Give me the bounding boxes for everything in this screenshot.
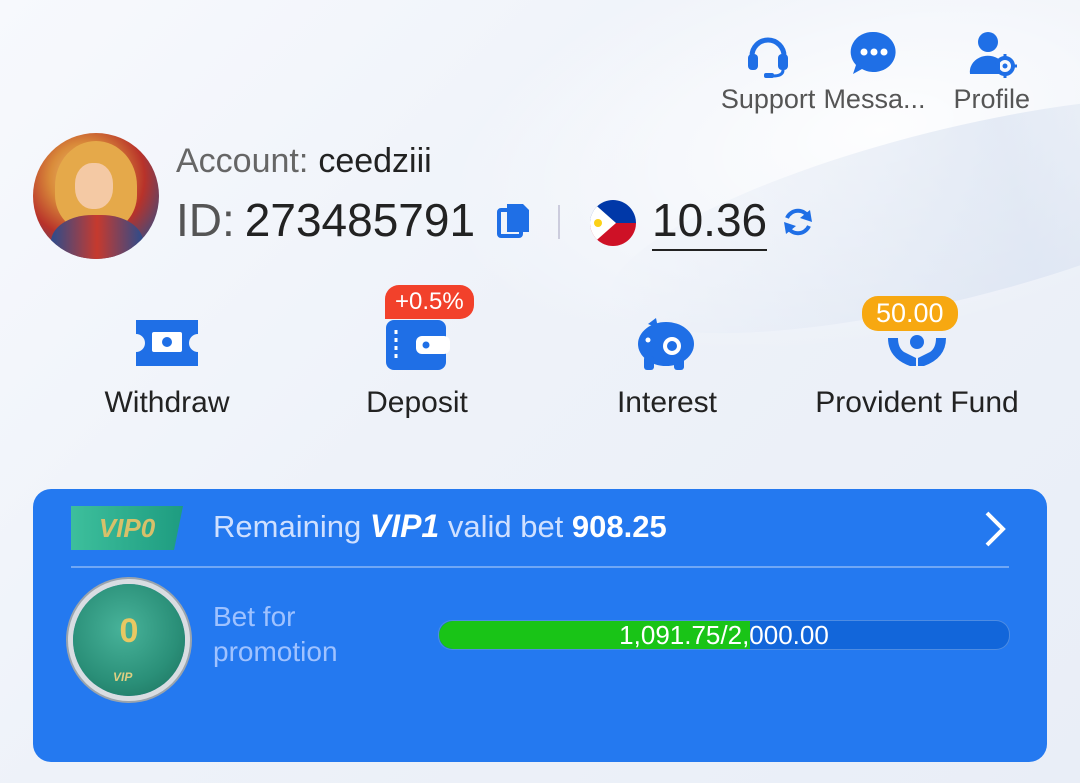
valid-bet-label: valid bet bbox=[447, 509, 564, 544]
remaining-prefix: Remaining bbox=[213, 509, 362, 544]
id-label: ID: bbox=[176, 194, 235, 246]
progress-text: 1,091.75/2,000.00 bbox=[619, 620, 829, 650]
philippines-flag-icon bbox=[590, 200, 636, 246]
user-id: 273485791 bbox=[244, 194, 476, 246]
bet-for-promotion-label: Bet for promotion bbox=[213, 601, 338, 667]
deposit-label: Deposit bbox=[366, 386, 468, 419]
piggy-bank-icon bbox=[638, 318, 694, 370]
messages-label: Messa... bbox=[823, 84, 926, 114]
support-button[interactable]: Support bbox=[720, 28, 816, 115]
messages-button[interactable]: Messa... bbox=[823, 28, 925, 115]
id-line: ID: 273485791 bbox=[176, 193, 533, 247]
account-line: Account: ceedziii bbox=[176, 142, 432, 181]
refresh-icon[interactable] bbox=[780, 204, 816, 240]
next-vip-level: VIP1 bbox=[369, 508, 440, 544]
balance-amount[interactable]: 10.36 bbox=[652, 193, 768, 251]
profile-button[interactable]: Profile bbox=[953, 28, 1030, 115]
vip-level-tag: VIP0 bbox=[71, 506, 183, 550]
wallet-icon bbox=[386, 320, 450, 370]
chevron-right-icon[interactable] bbox=[981, 509, 1009, 549]
provident-fund-label: Provident Fund bbox=[815, 386, 1019, 419]
withdraw-label: Withdraw bbox=[104, 386, 230, 419]
chat-bubble-icon bbox=[851, 31, 897, 75]
ticket-money-icon bbox=[136, 320, 198, 366]
account-username: ceedziii bbox=[318, 142, 432, 180]
user-settings-icon bbox=[969, 32, 1017, 78]
vertical-divider bbox=[558, 205, 560, 239]
vip-remaining-text: Remaining VIP1 valid bet 908.25 bbox=[213, 508, 667, 545]
vip-medal-icon: 0 VIP bbox=[73, 584, 185, 696]
copy-icon[interactable] bbox=[495, 200, 533, 240]
interest-label: Interest bbox=[616, 386, 718, 419]
avatar-suit bbox=[51, 215, 143, 259]
account-label: Account: bbox=[176, 142, 309, 180]
interest-button[interactable]: Interest bbox=[542, 290, 792, 420]
promotion-progress-bar: 1,091.75/2,000.00 bbox=[438, 620, 1010, 650]
remaining-amount: 908.25 bbox=[571, 509, 667, 544]
provident-fund-badge: 50.00 bbox=[862, 296, 958, 331]
avatar-face bbox=[75, 163, 113, 209]
support-label: Support bbox=[720, 84, 816, 114]
medal-number: 0 bbox=[119, 612, 139, 650]
vip-divider bbox=[71, 566, 1009, 568]
medal-tag: VIP bbox=[113, 670, 133, 684]
avatar[interactable] bbox=[33, 133, 159, 259]
top-nav: Support Messa... Profile bbox=[721, 28, 1030, 115]
deposit-bonus-badge: +0.5% bbox=[385, 285, 474, 319]
profile-label: Profile bbox=[953, 84, 1030, 114]
withdraw-button[interactable]: Withdraw bbox=[42, 290, 292, 420]
vip-card[interactable]: VIP0 Remaining VIP1 valid bet 908.25 0 V… bbox=[33, 489, 1047, 762]
headset-icon bbox=[748, 37, 789, 78]
